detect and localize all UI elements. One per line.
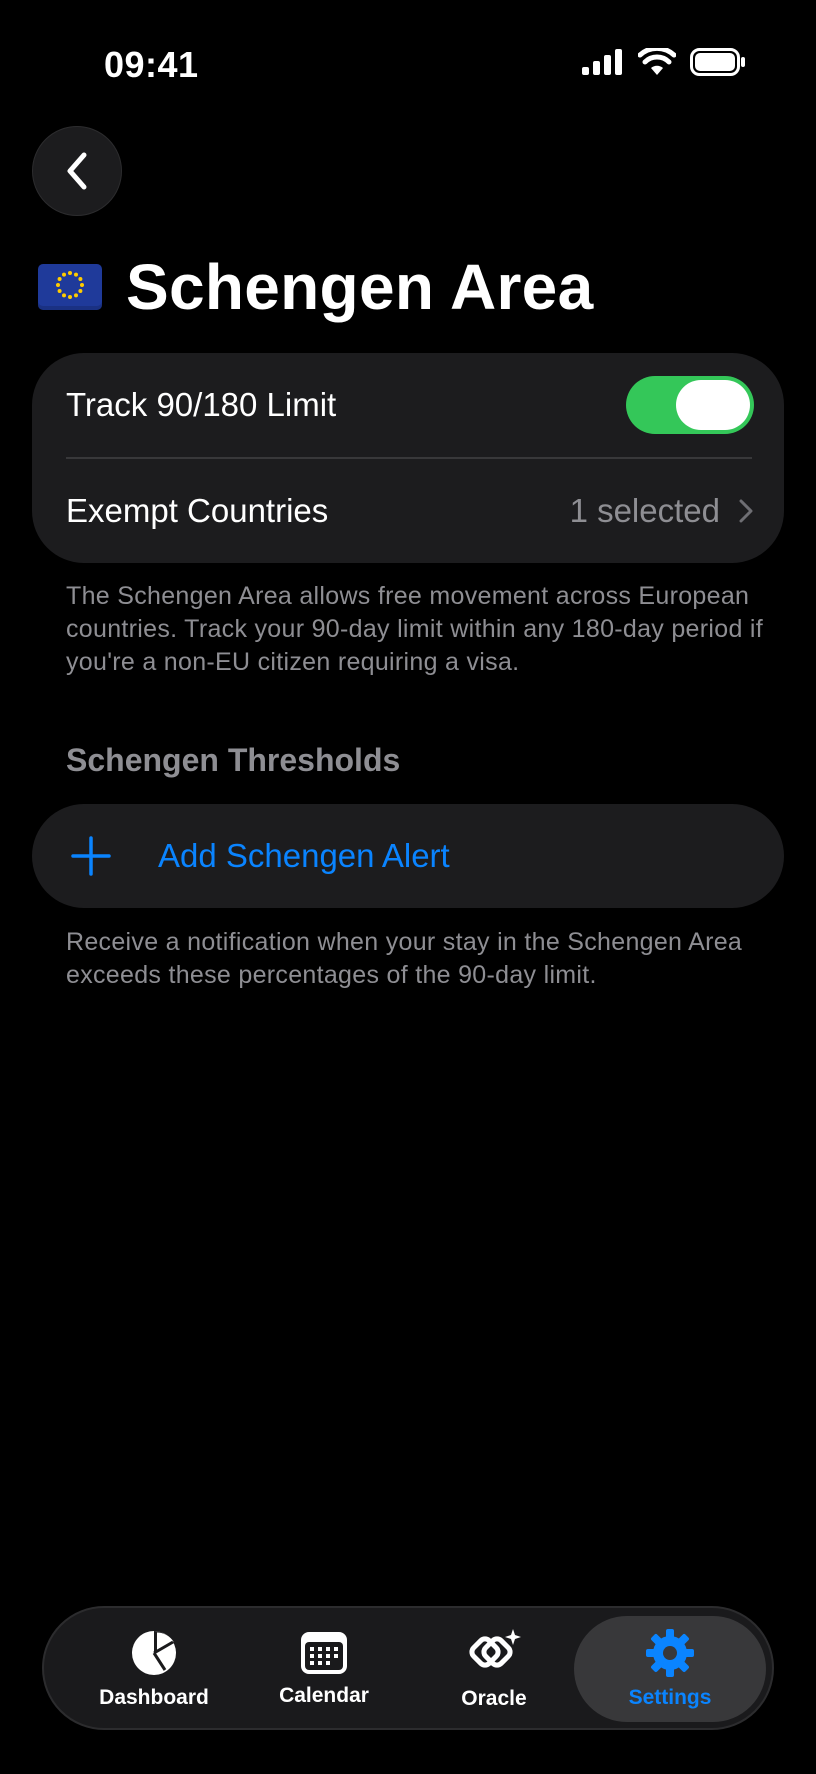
gear-icon [646,1629,694,1677]
track-limit-toggle[interactable] [626,376,754,434]
track-limit-row: Track 90/180 Limit [66,353,754,457]
schengen-description: The Schengen Area allows free movement a… [66,582,763,676]
oracle-icon [469,1629,521,1668]
status-time: 09:41 [104,44,199,85]
page-title: Schengen Area [126,251,594,323]
tab-calendar[interactable]: Calendar [250,1616,398,1722]
tab-bar: Dashboard Calendar Oracle Settings [42,1606,774,1730]
page-header: Schengen Area [38,250,593,324]
status-icons [582,48,746,76]
tab-label: Calendar [279,1684,369,1707]
eu-flag-icon [38,264,102,310]
track-limit-label: Track 90/180 Limit [66,386,337,423]
exempt-countries-row[interactable]: Exempt Countries 1 selected [66,459,754,563]
tab-label: Oracle [461,1687,527,1710]
tab-dashboard[interactable]: Dashboard [80,1616,228,1722]
pie-chart-icon [132,1631,176,1675]
settings-card: Track 90/180 Limit Exempt Countries 1 se… [32,353,784,563]
calendar-icon [301,1632,347,1674]
add-schengen-alert-button[interactable]: Add Schengen Alert [32,804,784,908]
cellular-signal-icon [582,49,622,75]
back-button[interactable] [32,126,122,216]
chevron-left-icon [67,152,87,190]
thresholds-footnote: Receive a notification when your stay in… [66,928,743,989]
battery-icon [690,48,745,76]
add-schengen-alert-label: Add Schengen Alert [158,837,450,874]
chevron-right-icon [739,499,753,523]
section-header-thresholds: Schengen Thresholds [66,742,401,778]
status-bar: 09:41 [0,0,816,130]
tab-label: Settings [628,1686,712,1709]
tab-oracle[interactable]: Oracle [420,1616,568,1722]
tab-settings[interactable]: Settings [574,1616,766,1722]
exempt-countries-label: Exempt Countries [66,492,329,529]
exempt-countries-value: 1 selected [569,492,720,529]
tab-label: Dashboard [99,1686,209,1709]
plus-icon [71,836,111,876]
toggle-knob [676,380,750,430]
wifi-icon [638,48,676,75]
